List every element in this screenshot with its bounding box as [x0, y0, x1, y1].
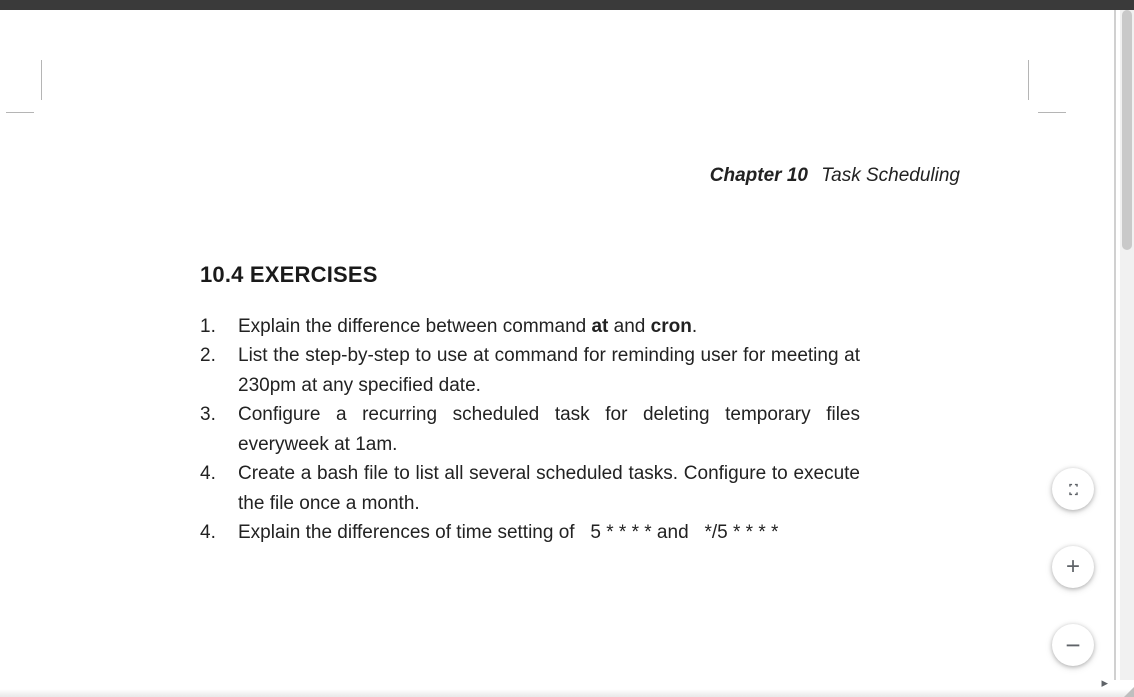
list-item: 4.Create a bash file to list all several… — [200, 459, 860, 518]
list-item: 2.List the step-by-step to use at comman… — [200, 341, 860, 400]
zoom-in-button[interactable]: + — [1052, 546, 1094, 588]
zoom-out-button[interactable]: − — [1052, 624, 1094, 666]
crop-mark — [1038, 112, 1066, 113]
item-text: Configure a recurring scheduled task for… — [238, 400, 860, 459]
item-text: Explain the difference between command a… — [238, 312, 860, 341]
item-text: Explain the differences of time setting … — [238, 518, 860, 547]
chapter-title: Task Scheduling — [821, 165, 960, 186]
section-heading: 10.4 EXERCISES — [200, 262, 378, 288]
chapter-header: Chapter 10 Task Scheduling — [0, 165, 1070, 187]
item-text: List the step-by-step to use at command … — [238, 341, 860, 400]
plus-icon: + — [1066, 553, 1080, 581]
resize-handle[interactable] — [1124, 687, 1134, 697]
item-number: 4. — [200, 518, 238, 547]
resize-arrow-icon: ▸ — [1101, 675, 1108, 691]
scrollbar-thumb[interactable] — [1122, 10, 1132, 250]
crop-mark — [1028, 60, 1029, 100]
page-bottom-edge — [0, 689, 1134, 697]
list-item: 1.Explain the difference between command… — [200, 312, 860, 341]
fit-page-icon — [1065, 481, 1082, 498]
minus-icon: − — [1065, 630, 1080, 661]
item-text: Create a bash file to list all several s… — [238, 459, 860, 518]
page-shadow — [1114, 10, 1116, 680]
fit-to-page-button[interactable] — [1052, 468, 1094, 510]
crop-mark — [41, 60, 42, 100]
chapter-number: Chapter 10 — [710, 165, 808, 186]
item-number: 3. — [200, 400, 238, 429]
top-bar — [0, 0, 1134, 10]
crop-mark — [6, 112, 34, 113]
list-item: 3.Configure a recurring scheduled task f… — [200, 400, 860, 459]
exercise-list: 1.Explain the difference between command… — [200, 312, 860, 548]
list-item: 4.Explain the differences of time settin… — [200, 518, 860, 547]
item-number: 4. — [200, 459, 238, 488]
item-number: 1. — [200, 312, 238, 341]
item-number: 2. — [200, 341, 238, 370]
